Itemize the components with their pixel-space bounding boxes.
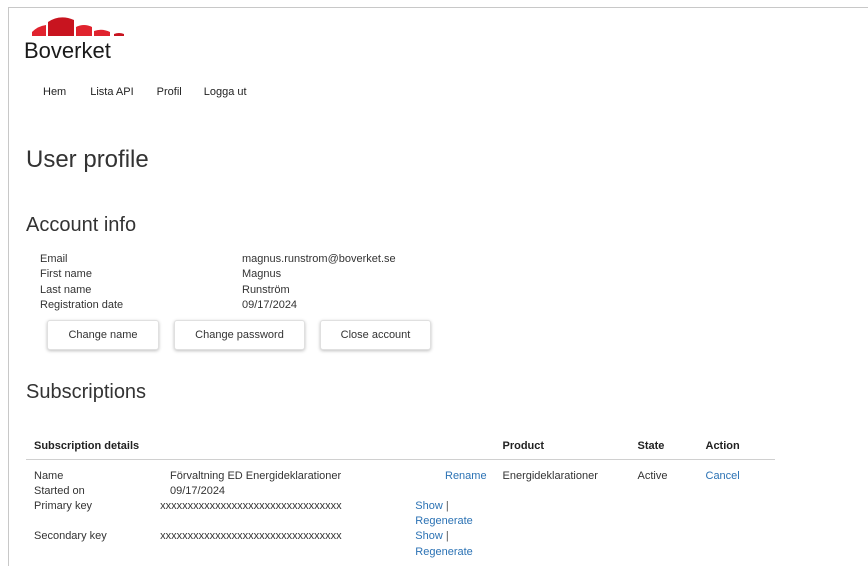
separator: |: [445, 499, 449, 512]
secondary-key-value: xxxxxxxxxxxxxxxxxxxxxxxxxxxxxxxxx: [160, 530, 342, 543]
regenerate-secondary-key-link[interactable]: Regenerate: [415, 546, 473, 558]
account-info-list: Email magnus.runstrom@boverket.se First …: [40, 252, 396, 313]
table-header-row: Subscription details Product State Actio…: [26, 433, 775, 460]
info-row-registration-date: Registration date 09/17/2024: [40, 298, 396, 313]
cancel-subscription-link[interactable]: Cancel: [706, 470, 740, 482]
subscription-name: Förvaltning ED Energideklarationer: [170, 469, 342, 482]
change-password-button[interactable]: Change password: [174, 320, 305, 350]
primary-key-label: Primary key: [34, 499, 93, 512]
first-name-label: First name: [40, 268, 92, 281]
col-action: Action: [705, 433, 775, 460]
subscriptions-heading: Subscriptions: [26, 381, 147, 403]
registration-date-label: Registration date: [40, 298, 124, 311]
account-actions: Change name Change password Close accoun…: [47, 320, 446, 350]
state-cell: Active: [637, 469, 668, 482]
email-value: magnus.runstrom@boverket.se: [242, 253, 396, 265]
info-row-last-name: Last name Runström: [40, 283, 396, 298]
info-row-email: Email magnus.runstrom@boverket.se: [40, 252, 396, 267]
nav-logga-ut[interactable]: Logga ut: [204, 86, 247, 98]
started-on-value: 09/17/2024: [170, 484, 226, 497]
main-nav: Hem Lista API Profil Logga ut: [43, 86, 271, 98]
table-row: Name Förvaltning ED Energideklarationer …: [26, 459, 775, 560]
close-account-button[interactable]: Close account: [320, 320, 431, 350]
name-label: Name: [34, 469, 64, 482]
nav-hem[interactable]: Hem: [43, 86, 66, 98]
started-on-label: Started on: [34, 484, 85, 497]
col-product: Product: [502, 433, 638, 460]
registration-date-value: 09/17/2024: [242, 298, 298, 311]
first-name-value: Magnus: [242, 268, 282, 281]
primary-key-value: xxxxxxxxxxxxxxxxxxxxxxxxxxxxxxxxx: [160, 499, 342, 512]
rename-link[interactable]: Rename: [445, 469, 487, 484]
regenerate-primary-key-link[interactable]: Regenerate: [415, 515, 473, 527]
show-secondary-key-link[interactable]: Show: [415, 530, 443, 542]
sub-row-name: Name Förvaltning ED Energideklarationer …: [34, 469, 503, 484]
sub-row-started: Started on 09/17/2024: [34, 484, 503, 499]
info-row-first-name: First name Magnus: [40, 267, 396, 282]
brand-name: Boverket: [24, 38, 111, 63]
sub-row-primary-key: Primary key xxxxxxxxxxxxxxxxxxxxxxxxxxxx…: [34, 499, 503, 529]
sub-row-secondary-key: Secondary key xxxxxxxxxxxxxxxxxxxxxxxxxx…: [34, 529, 503, 559]
separator: |: [445, 530, 449, 543]
col-state: State: [637, 433, 706, 460]
account-info-heading: Account info: [26, 214, 137, 236]
last-name-label: Last name: [40, 283, 92, 296]
subscriptions-table: Subscription details Product State Actio…: [26, 433, 775, 560]
show-primary-key-link[interactable]: Show: [415, 500, 443, 512]
nav-profil[interactable]: Profil: [157, 86, 182, 98]
action-cell: Cancel: [706, 459, 775, 560]
nav-lista-api[interactable]: Lista API: [90, 86, 133, 98]
subscription-details-cell: Name Förvaltning ED Energideklarationer …: [26, 459, 503, 560]
page-title: User profile: [26, 146, 149, 173]
secondary-key-label: Secondary key: [34, 530, 107, 543]
last-name-value: Runström: [242, 283, 290, 296]
col-subscription-details: Subscription details: [26, 433, 503, 460]
email-label: Email: [40, 253, 68, 265]
change-name-button[interactable]: Change name: [47, 320, 159, 350]
product-cell: Energideklarationer: [502, 469, 598, 482]
